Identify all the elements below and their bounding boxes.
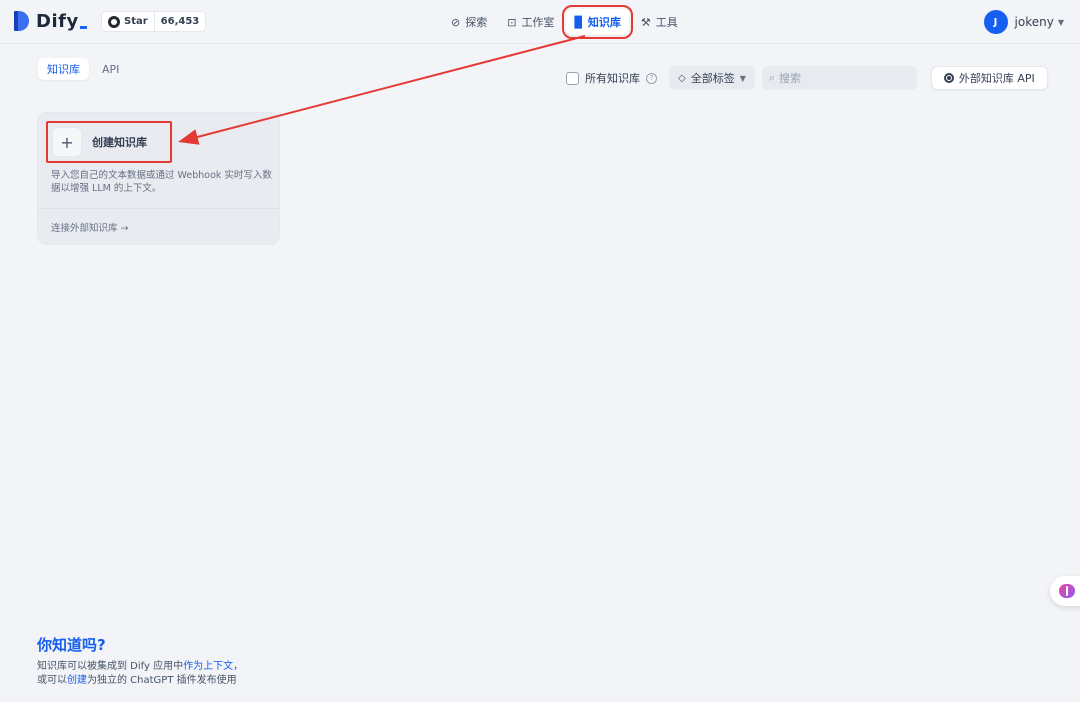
brain-icon: [1059, 584, 1075, 598]
chevron-down-icon: ▼: [1057, 17, 1064, 27]
nav-tools[interactable]: ⚒ 工具: [633, 9, 686, 35]
create-knowledge-button[interactable]: + 创建知识库: [46, 121, 172, 163]
all-knowledge-checkbox[interactable]: [566, 71, 579, 85]
avatar: J: [983, 10, 1008, 34]
connect-external-knowledge-link[interactable]: 连接外部知识库 →: [51, 220, 128, 234]
as-context-link[interactable]: 作为上下文: [183, 661, 233, 672]
search-box[interactable]: ⌕: [761, 66, 917, 90]
tips-title: 你知道吗?: [37, 636, 106, 654]
nav-studio[interactable]: ⊡ 工作室: [499, 9, 562, 35]
external-api-label: 外部知识库 API: [958, 72, 1035, 85]
github-icon: [108, 15, 120, 28]
card-divider: [38, 208, 279, 209]
user-name: jokeny: [1014, 15, 1054, 29]
star-count: 66,453: [153, 12, 206, 31]
create-link[interactable]: 创建: [67, 675, 87, 686]
sub-tabs: 知识库 API: [38, 58, 128, 80]
book-icon: ▉: [574, 15, 583, 29]
all-knowledge-toggle[interactable]: 所有知识库 ?: [566, 70, 657, 86]
api-icon: [943, 73, 954, 83]
logo-text: Dify: [36, 11, 87, 32]
hammer-icon: ⚒: [640, 15, 651, 29]
compass-icon: ⊘: [451, 15, 461, 29]
annotation-arrow: [178, 35, 586, 145]
search-icon: ⌕: [768, 71, 776, 84]
top-header: Dify Star 66,453 ⊘ 探索 ⊡ 工作室 ▉ 知识库 ⚒ 工具 J…: [0, 0, 1080, 44]
floating-assistant-button[interactable]: [1050, 576, 1080, 606]
create-knowledge-card: + 创建知识库 导入您自己的文本数据或通过 Webhook 实时写入数据以增强 …: [37, 112, 280, 245]
tag-filter-dropdown[interactable]: ◇ 全部标签 ▼: [669, 66, 755, 90]
tag-icon: ◇: [678, 72, 686, 84]
dify-logo[interactable]: Dify: [14, 10, 87, 32]
create-knowledge-description: 导入您自己的文本数据或通过 Webhook 实时写入数据以增强 LLM 的上下文…: [51, 170, 272, 194]
chevron-down-icon: ▼: [739, 73, 746, 83]
create-knowledge-label: 创建知识库: [92, 136, 147, 149]
tab-api[interactable]: API: [93, 58, 128, 80]
nav-knowledge[interactable]: ▉ 知识库: [562, 5, 633, 39]
main-nav: ⊘ 探索 ⊡ 工作室 ▉ 知识库 ⚒ 工具: [443, 5, 686, 39]
tips-section: 你知道吗? 知识库可以被集成到 Dify 应用中作为上下文， 或可以创建为独立的…: [37, 634, 243, 688]
external-api-button[interactable]: 外部知识库 API: [930, 66, 1048, 90]
nav-explore[interactable]: ⊘ 探索: [443, 9, 495, 35]
dify-logo-icon: [14, 10, 30, 32]
toolbar: 所有知识库 ? ◇ 全部标签 ▼ ⌕ 外部知识库 API: [566, 66, 1048, 90]
help-icon[interactable]: ?: [646, 72, 657, 84]
search-input[interactable]: [779, 71, 900, 85]
all-knowledge-label: 所有知识库: [585, 72, 640, 85]
tips-line-2: 或可以创建为独立的 ChatGPT 插件发布使用: [37, 675, 237, 686]
tag-filter-label: 全部标签: [690, 72, 735, 85]
tips-line-1: 知识库可以被集成到 Dify 应用中作为上下文，: [37, 661, 244, 672]
user-menu[interactable]: J jokeny ▼: [983, 10, 1064, 34]
github-star-button[interactable]: Star 66,453: [101, 11, 207, 32]
tab-knowledge[interactable]: 知识库: [38, 58, 89, 80]
star-label: Star: [124, 16, 148, 27]
robot-icon: ⊡: [507, 15, 517, 29]
plus-icon: +: [52, 127, 82, 157]
